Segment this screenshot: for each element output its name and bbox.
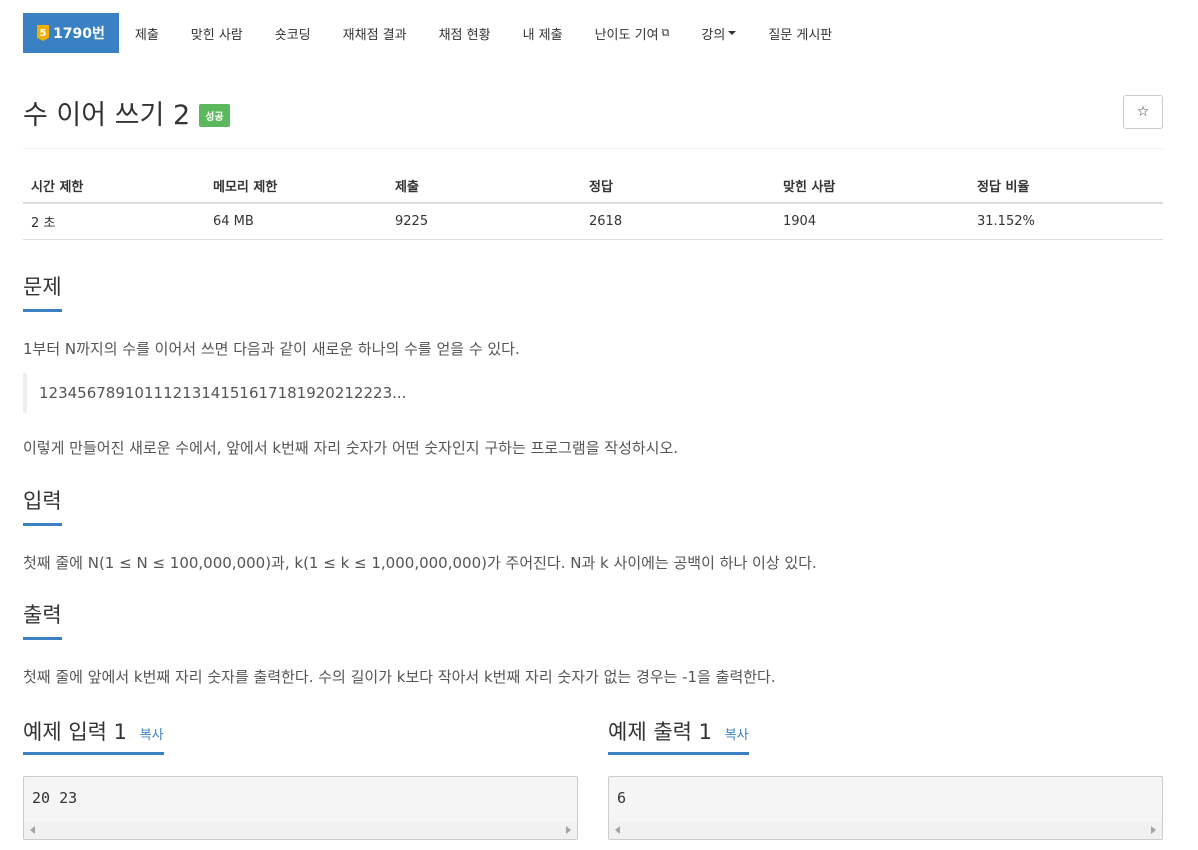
- problem-info-table: 시간 제한 메모리 제한 제출 정답 맞힌 사람 정답 비율 2 초 64 MB…: [23, 168, 1163, 240]
- sample-input-content: 20 23: [32, 789, 78, 807]
- nav-problem-tab[interactable]: 5 1790번: [23, 13, 119, 53]
- favorite-button[interactable]: ☆: [1123, 95, 1163, 129]
- nav-my-submissions[interactable]: 내 제출: [507, 13, 579, 53]
- output-section-heading: 출력: [23, 599, 1163, 640]
- sample-output-heading: 예제 출력 1 복사: [608, 716, 1163, 755]
- problem-example-quote: 1234567891011121314151617181920212223...: [23, 373, 406, 413]
- external-link-icon: ⧉: [661, 26, 670, 39]
- sample-input-title: 예제 입력 1: [23, 720, 127, 744]
- section-divider: [23, 525, 1163, 526]
- star-icon: ☆: [1136, 104, 1150, 120]
- info-solved-users: 1904: [775, 203, 969, 240]
- title-divider: [23, 148, 1163, 149]
- scroll-left-icon[interactable]: [615, 826, 620, 834]
- nav-lecture-label: 강의: [701, 27, 726, 43]
- info-ratio: 31.152%: [969, 203, 1163, 240]
- info-header-ratio: 정답 비율: [969, 168, 1163, 204]
- info-accepted: 2618: [581, 203, 775, 240]
- problem-section-title: 문제: [23, 271, 62, 312]
- problem-description-2: 이렇게 만들어진 새로운 수에서, 앞에서 k번째 자리 숫자가 어떤 숫자인지…: [23, 439, 679, 457]
- problem-title-row: 수 이어 쓰기 2 성공 ☆: [23, 93, 1163, 133]
- input-description: 첫째 줄에 N(1 ≤ N ≤ 100,000,000)과, k(1 ≤ k ≤…: [23, 554, 817, 572]
- sample-output-box[interactable]: 6: [608, 776, 1163, 840]
- input-section-heading: 입력: [23, 485, 1163, 526]
- scroll-right-icon[interactable]: [1151, 826, 1156, 834]
- sample-input-block: 예제 입력 1 복사 20 23: [23, 716, 578, 840]
- scroll-left-icon[interactable]: [30, 826, 35, 834]
- tier-badge-icon: 5: [37, 25, 49, 41]
- section-divider: [23, 311, 1163, 312]
- sample-output-content: 6: [617, 789, 627, 807]
- page-title: 수 이어 쓰기 2: [23, 100, 191, 131]
- problem-section-heading: 문제: [23, 271, 1163, 312]
- nav-solved-users[interactable]: 맞힌 사람: [175, 13, 259, 53]
- info-submissions: 9225: [387, 203, 581, 240]
- problem-nav: 5 1790번 제출 맞힌 사람 숏코딩 재채점 결과 채점 현황 내 제출 난…: [23, 13, 1163, 53]
- nav-difficulty-label: 난이도 기여: [594, 27, 659, 43]
- nav-judge-status[interactable]: 채점 현황: [423, 13, 507, 53]
- section-divider: [23, 639, 1163, 640]
- info-header-solved-users: 맞힌 사람: [775, 168, 969, 204]
- output-section-title: 출력: [23, 599, 62, 640]
- info-header-row: 시간 제한 메모리 제한 제출 정답 맞힌 사람 정답 비율: [23, 168, 1163, 204]
- info-header-accepted: 정답: [581, 168, 775, 204]
- info-header-submissions: 제출: [387, 168, 581, 204]
- scroll-right-icon[interactable]: [566, 826, 571, 834]
- info-header-memory-limit: 메모리 제한: [205, 168, 387, 204]
- sample-input-heading: 예제 입력 1 복사: [23, 716, 578, 755]
- info-time-limit: 2 초: [23, 203, 205, 240]
- output-description: 첫째 줄에 앞에서 k번째 자리 숫자를 출력한다. 수의 길이가 k보다 작아…: [23, 668, 776, 686]
- nav-lecture-dropdown[interactable]: 강의: [685, 13, 752, 53]
- sample-output-scrollbar[interactable]: [609, 821, 1162, 839]
- sample-input-scrollbar[interactable]: [24, 821, 577, 839]
- sample-input-box[interactable]: 20 23: [23, 776, 578, 840]
- sample-output-block: 예제 출력 1 복사 6: [608, 716, 1163, 840]
- nav-difficulty-contribution[interactable]: 난이도 기여 ⧉: [579, 13, 686, 53]
- nav-short-coding[interactable]: 숏코딩: [259, 13, 327, 53]
- info-header-time-limit: 시간 제한: [23, 168, 205, 204]
- nav-question-board[interactable]: 질문 게시판: [752, 13, 848, 53]
- sample-output-title-wrap: 예제 출력 1 복사: [608, 716, 749, 755]
- info-value-row: 2 초 64 MB 9225 2618 1904 31.152%: [23, 203, 1163, 240]
- nav-rejudge-results[interactable]: 재채점 결과: [327, 13, 423, 53]
- copy-sample-output-link[interactable]: 복사: [725, 728, 749, 743]
- status-badge: 성공: [199, 104, 230, 127]
- caret-down-icon: [728, 31, 737, 35]
- problem-description-1: 1부터 N까지의 수를 이어서 쓰면 다음과 같이 새로운 하나의 수를 얻을 …: [23, 340, 520, 358]
- nav-submit[interactable]: 제출: [119, 13, 175, 53]
- input-section-title: 입력: [23, 485, 62, 526]
- nav-problem-number: 1790번: [53, 26, 105, 42]
- copy-sample-input-link[interactable]: 복사: [140, 728, 164, 743]
- sample-output-title: 예제 출력 1: [608, 720, 712, 744]
- sample-input-title-wrap: 예제 입력 1 복사: [23, 716, 164, 755]
- info-memory-limit: 64 MB: [205, 203, 387, 240]
